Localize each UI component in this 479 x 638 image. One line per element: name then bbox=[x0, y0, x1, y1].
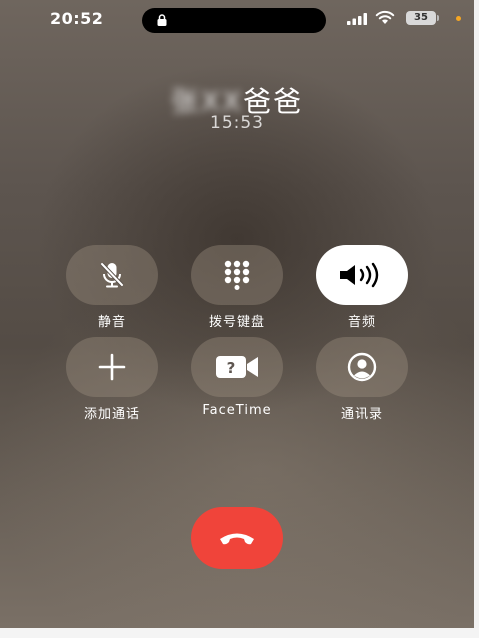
facetime-button[interactable]: ? FaceTime bbox=[182, 337, 292, 418]
battery-tip bbox=[437, 15, 439, 21]
contacts-button[interactable]: 通讯录 bbox=[307, 337, 417, 422]
keypad-button-circle[interactable] bbox=[191, 245, 283, 305]
battery-icon: 35 bbox=[406, 11, 436, 25]
end-call-icon bbox=[220, 533, 254, 545]
end-call-button[interactable] bbox=[191, 507, 283, 569]
mute-icon bbox=[100, 262, 124, 288]
call-duration: 15:53 bbox=[210, 113, 264, 133]
plus-icon bbox=[98, 353, 126, 381]
contacts-icon bbox=[347, 352, 377, 382]
keypad-icon bbox=[224, 260, 250, 290]
lock-icon bbox=[157, 14, 167, 26]
signal-icon bbox=[347, 13, 367, 25]
screenshot-border-bottom bbox=[0, 628, 479, 638]
add-call-label: 添加通话 bbox=[83, 407, 140, 422]
contacts-button-circle[interactable] bbox=[316, 337, 408, 397]
keypad-label: 拨号键盘 bbox=[208, 315, 265, 330]
wifi-icon bbox=[375, 10, 395, 24]
svg-text:?: ? bbox=[227, 359, 236, 377]
add-call-button[interactable]: 添加通话 bbox=[57, 337, 167, 422]
speaker-icon bbox=[340, 262, 379, 288]
screenshot-border-right bbox=[474, 0, 479, 638]
mute-button[interactable]: 静音 bbox=[57, 245, 167, 330]
audio-button[interactable]: 音频 bbox=[307, 245, 417, 330]
facetime-label: FaceTime bbox=[202, 403, 272, 418]
facetime-icon: ? bbox=[216, 356, 258, 378]
call-screen: 20:52 35 张XX爸爸 15:53 静音 拨号键盘 音频 添加通话 ? F… bbox=[0, 0, 474, 628]
contacts-label: 通讯录 bbox=[340, 407, 383, 422]
mute-button-circle[interactable] bbox=[66, 245, 158, 305]
keypad-button[interactable]: 拨号键盘 bbox=[182, 245, 292, 330]
facetime-button-circle[interactable]: ? bbox=[191, 337, 283, 397]
status-time: 20:52 bbox=[50, 9, 104, 28]
dynamic-island bbox=[142, 8, 326, 33]
add-call-button-circle[interactable] bbox=[66, 337, 158, 397]
audio-label: 音频 bbox=[347, 315, 376, 330]
mute-label: 静音 bbox=[97, 315, 126, 330]
audio-button-circle[interactable] bbox=[316, 245, 408, 305]
privacy-indicator-dot bbox=[456, 16, 461, 21]
